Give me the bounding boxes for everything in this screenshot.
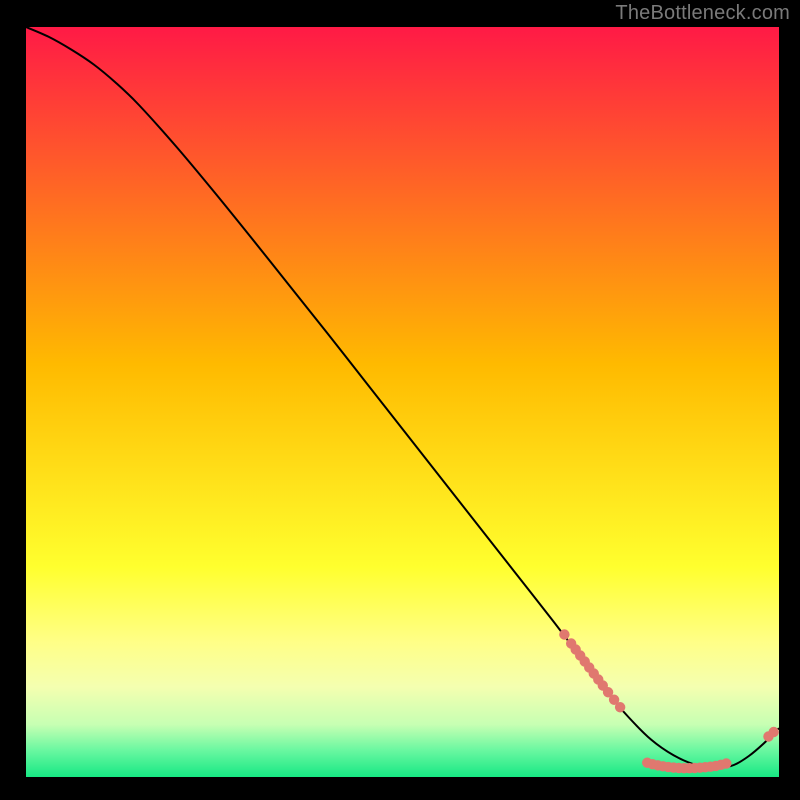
plot-background xyxy=(26,27,779,777)
data-point xyxy=(559,629,569,639)
data-point xyxy=(769,727,779,737)
watermark-text: TheBottleneck.com xyxy=(615,2,790,25)
chart-svg xyxy=(0,0,800,800)
data-point xyxy=(615,702,625,712)
data-point xyxy=(721,758,731,768)
chart-stage: { "watermark": "TheBottleneck.com", "plo… xyxy=(0,0,800,800)
